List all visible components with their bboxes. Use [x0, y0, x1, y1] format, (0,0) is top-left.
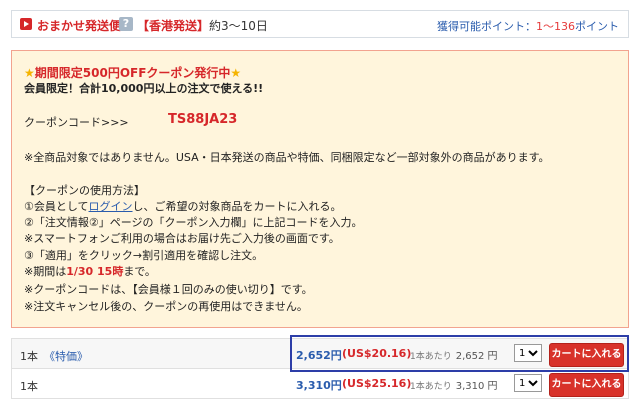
points-value: 1〜136 [536, 20, 575, 33]
coupon-limit: ※クーポンコードは、【会員様１回のみの使い切り】です。 [24, 283, 313, 296]
coupon-period: ※期間は1/30 15時まで。 [24, 263, 156, 279]
add-to-cart-button[interactable]: カートに入れる [549, 343, 624, 367]
login-link[interactable]: ログイン [89, 200, 133, 213]
howto-title: 【クーポンの使用方法】 [24, 184, 145, 197]
row-qty: 1本 《特価》 [20, 348, 88, 364]
coupon-code-label: クーポンコード>>> [24, 116, 129, 129]
step1-pre: ①会員として [24, 200, 89, 213]
points-unit: ポイント [575, 20, 619, 33]
coupon-cancel-note: ※注文キャンセル後の、クーポンの再使用はできません。 [24, 300, 308, 313]
sale-tag-link[interactable]: 《特価》 [44, 350, 88, 363]
row-qty-text: 1本 [20, 380, 38, 393]
product-row: 1本 3,310円 (US$25.16) 1本あたり 3,310 円 1 カートに… [11, 368, 629, 399]
period-value: 1/30 15時 [66, 265, 124, 278]
row-qty-text: 1本 [20, 350, 38, 363]
shipping-bar: おまかせ発送便 ? 【香港発送】 約3〜10日 獲得可能ポイント：1〜136ポイ… [11, 10, 629, 38]
coupon-panel: ★期間限定500円OFFクーポン発行中★ 会員限定！合計10,000円以上の注文… [11, 50, 629, 328]
howto-step-2: ②「注文情報②」ページの「クーポン入力欄」に上記コードを入力。 [24, 216, 363, 229]
howto-step-1: ①会員としてログインし、ご希望の対象商品をカートに入れる。 [24, 198, 342, 214]
points-info: 獲得可能ポイント：1〜136ポイント [437, 18, 619, 34]
star-icon: ★ [230, 66, 242, 80]
row-unit-price: 1本あたり 2,652 円 [410, 347, 498, 362]
coupon-title: ★期間限定500円OFFクーポン発行中★ [24, 64, 241, 81]
quantity-select[interactable]: 1 [514, 344, 542, 362]
row-unit-price: 1本あたり 3,310 円 [410, 377, 498, 392]
shipping-origin: 【香港発送】 [137, 19, 210, 33]
shipping-method: おまかせ発送便 [37, 19, 122, 33]
howto-step-smartphone: ※スマートフォンご利用の場合はお届け先ご入力後の画面です。 [24, 232, 340, 245]
period-post: まで。 [123, 265, 156, 278]
row-price-usd: (US$25.16) [342, 377, 412, 390]
product-row: 1本 《特価》 2,652円 (US$20.16) 1本あたり 2,652 円 1 … [11, 338, 629, 369]
unit-value: 2,652 円 [455, 351, 498, 362]
star-icon: ★ [24, 66, 35, 80]
unit-label: 1本あたり [410, 382, 452, 392]
coupon-code: TS88JA23 [168, 112, 238, 127]
row-price-usd: (US$20.16) [342, 347, 412, 360]
howto-step-3: ③「適用」をクリック→割引適用を確認し注文。 [24, 249, 264, 262]
help-icon[interactable]: ? [119, 17, 133, 31]
points-label: 獲得可能ポイント： [437, 20, 536, 33]
period-pre: ※期間は [24, 265, 67, 278]
unit-value: 3,310 円 [455, 381, 498, 392]
row-price: 3,310円 [296, 379, 342, 392]
row-qty: 1本 [20, 378, 38, 394]
coupon-subtitle: 会員限定！合計10,000円以上の注文で使える!! [24, 82, 264, 95]
shipping-days: 約3〜10日 [209, 19, 268, 33]
row-price: 2,652円 [296, 349, 342, 362]
quantity-select[interactable]: 1 [514, 374, 542, 392]
play-icon [20, 18, 32, 30]
coupon-title-text: 期間限定500円OFFクーポン発行中 [34, 66, 231, 80]
add-to-cart-button[interactable]: カートに入れる [549, 373, 624, 397]
unit-label: 1本あたり [410, 352, 452, 362]
step1-post: し、ご希望の対象商品をカートに入れる。 [132, 200, 342, 213]
coupon-notice: ※全商品対象ではありません。USA・日本発送の商品や特価、同梱限定など一部対象外… [24, 151, 550, 164]
